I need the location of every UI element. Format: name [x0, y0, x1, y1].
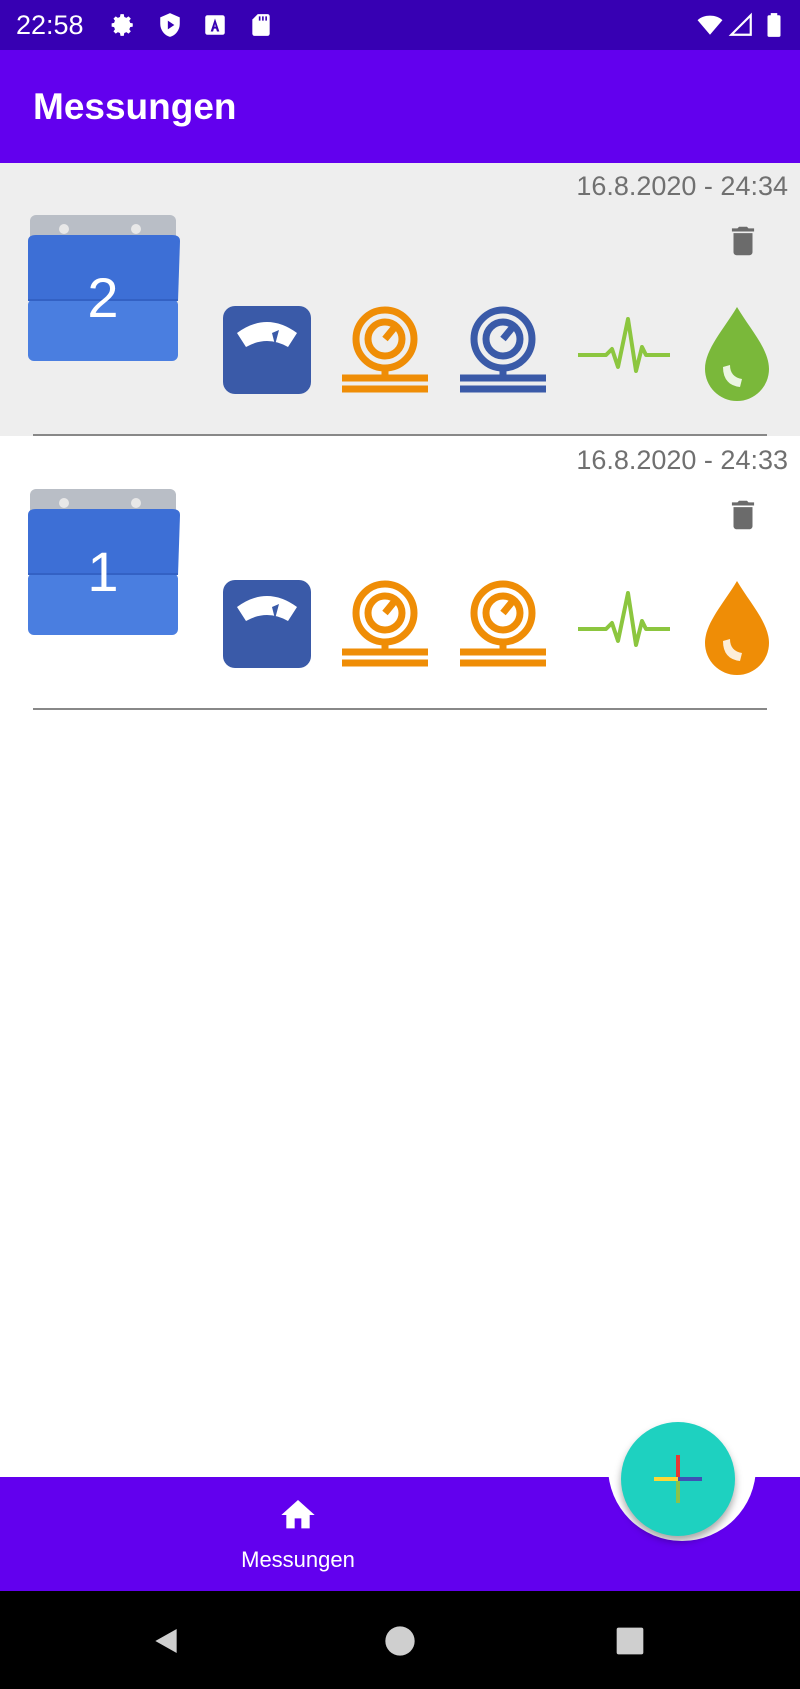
measurement-date: 16.8.2020 - 24:33	[576, 445, 788, 475]
page-title: Messungen	[33, 86, 237, 127]
pressure-gauge-icon	[342, 306, 428, 393]
calendar-icon: 1	[24, 489, 182, 649]
measurement-row[interactable]: 16.8.2020 - 24:34 2	[0, 163, 800, 436]
wifi-icon	[697, 15, 723, 35]
drop-icon	[705, 307, 769, 401]
nav-item-label: Messungen	[241, 1547, 355, 1572]
measurement-date: 16.8.2020 - 24:34	[576, 171, 788, 201]
colorful-plus-icon	[654, 1455, 702, 1503]
status-time: 22:58	[16, 10, 84, 40]
measurement-number: 2	[87, 266, 119, 329]
pressure-gauge-icon	[460, 580, 546, 667]
status-bar: 22:58	[0, 0, 800, 50]
scale-icon	[223, 580, 311, 668]
calendar-icon: 2	[24, 215, 182, 375]
scale-icon	[223, 306, 311, 394]
delete-icon[interactable]	[724, 495, 762, 535]
system-navigation-bar	[0, 1591, 800, 1689]
back-icon[interactable]	[150, 1625, 182, 1657]
home-button-icon[interactable]	[384, 1625, 416, 1657]
row-divider	[33, 708, 767, 710]
drop-icon	[705, 581, 769, 675]
delete-icon[interactable]	[724, 221, 762, 261]
measurement-number: 1	[87, 540, 119, 603]
add-measurement-button[interactable]	[621, 1422, 735, 1536]
pulse-icon	[578, 591, 670, 647]
pulse-icon	[578, 317, 670, 373]
recents-icon[interactable]	[614, 1625, 646, 1657]
row-divider	[33, 434, 767, 436]
play-protect-icon	[160, 13, 180, 37]
pressure-gauge-icon	[460, 306, 546, 393]
a-letter-icon	[205, 15, 225, 35]
home-icon	[281, 1500, 315, 1529]
pressure-gauge-icon	[342, 580, 428, 667]
battery-icon	[767, 13, 781, 37]
signal-icon	[728, 12, 752, 36]
settings-icon	[111, 14, 133, 36]
nav-item-messungen[interactable]: Messungen	[200, 1477, 396, 1591]
measurement-row[interactable]: 16.8.2020 - 24:33 1	[0, 437, 800, 710]
sd-card-icon	[252, 14, 270, 36]
app-bar: Messungen	[0, 50, 800, 163]
